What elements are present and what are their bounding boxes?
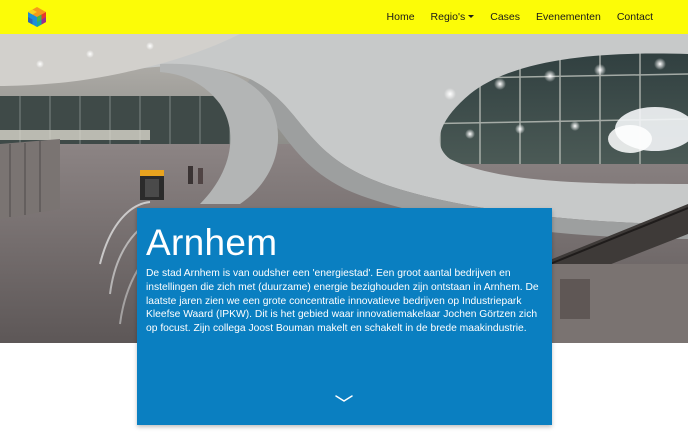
- intro-text: De stad Arnhem is van oudsher een 'energ…: [146, 268, 539, 335]
- page: Home Regio's Cases Evenementen Contact A…: [0, 0, 688, 440]
- region-card: Arnhem De stad Arnhem is van oudsher een…: [137, 208, 552, 425]
- caret-down-icon: [468, 15, 475, 19]
- nav-regios[interactable]: Regio's: [431, 11, 475, 23]
- nav-menu: Home Regio's Cases Evenementen Contact: [387, 0, 688, 34]
- cube-logo-icon[interactable]: [26, 6, 48, 28]
- nav-regios-label: Regio's: [430, 11, 466, 23]
- page-title: Arnhem: [146, 222, 278, 263]
- chevron-down-icon[interactable]: [334, 394, 354, 404]
- navbar: Home Regio's Cases Evenementen Contact: [0, 0, 688, 34]
- nav-home[interactable]: Home: [387, 11, 415, 23]
- nav-evenementen[interactable]: Evenementen: [536, 11, 601, 23]
- nav-cases[interactable]: Cases: [490, 11, 520, 23]
- nav-contact[interactable]: Contact: [617, 11, 653, 23]
